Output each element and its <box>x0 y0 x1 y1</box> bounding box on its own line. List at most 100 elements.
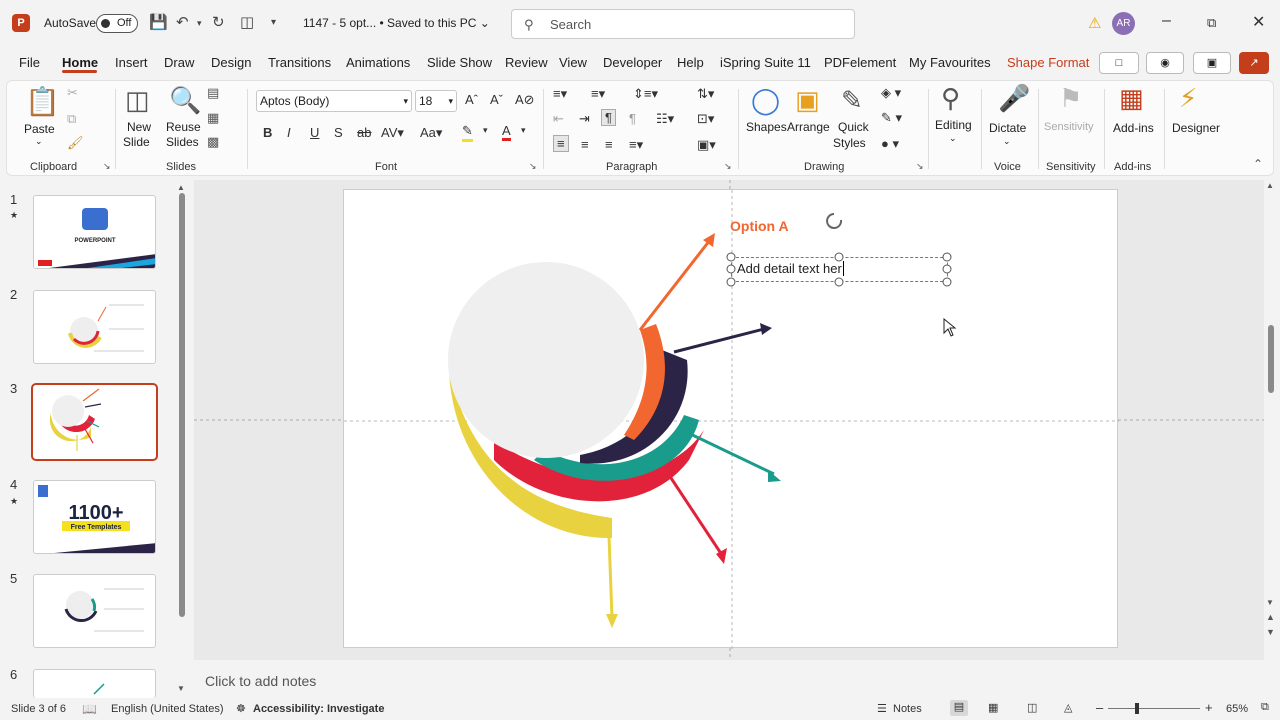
align-left-icon[interactable]: ≡ <box>553 135 569 152</box>
thumbnail-slide-2[interactable] <box>33 290 156 364</box>
new-slide-label[interactable]: New <box>127 120 151 134</box>
reuse-label[interactable]: Reuse <box>166 120 201 134</box>
underline-icon[interactable]: U <box>310 125 319 140</box>
tab-developer[interactable]: Developer <box>603 55 662 70</box>
fit-to-window-icon[interactable]: ⧉ <box>1261 701 1269 714</box>
character-spacing-icon[interactable]: AV▾ <box>381 125 404 141</box>
quick-styles-icon[interactable]: ✎ <box>841 85 863 116</box>
rotate-handle-icon[interactable] <box>826 213 843 229</box>
dictate-label[interactable]: Dictate <box>989 121 1026 135</box>
present-icon[interactable]: ◫ <box>240 13 254 31</box>
designer-icon[interactable]: ⚡ <box>1179 83 1197 114</box>
justify-icon[interactable]: ≡▾ <box>629 137 643 153</box>
strikethrough-icon[interactable]: ab <box>357 125 371 140</box>
collapse-ribbon-icon[interactable]: ⌃ <box>1253 157 1263 171</box>
reading-view-icon[interactable]: ◫ <box>1027 701 1037 714</box>
next-slide-icon[interactable]: ▼ <box>1266 627 1275 637</box>
redo-icon[interactable]: ↻ <box>212 13 225 31</box>
reuse-label-2[interactable]: Slides <box>166 135 199 149</box>
restore-icon[interactable]: ⧉ <box>1207 15 1216 31</box>
resize-handle[interactable] <box>834 277 844 287</box>
teal-arrow[interactable] <box>681 428 775 476</box>
find-icon[interactable]: ⚲ <box>941 83 960 114</box>
tab-shape-format[interactable]: Shape Format <box>1007 55 1089 70</box>
dialog-launcher-icon[interactable]: ↘ <box>529 161 537 172</box>
zoom-slider-thumb[interactable] <box>1135 703 1139 714</box>
chevron-down-icon[interactable]: ▾ <box>521 125 526 136</box>
avatar[interactable]: AR <box>1112 12 1135 35</box>
chevron-down-icon[interactable]: ▾ <box>483 125 488 136</box>
orange-arrow[interactable] <box>638 239 712 331</box>
tab-pdfelement[interactable]: PDFelement <box>824 55 896 70</box>
tab-design[interactable]: Design <box>211 55 251 70</box>
reset-icon[interactable]: ▦ <box>207 110 219 126</box>
format-painter-icon[interactable]: 🖌 <box>67 135 84 151</box>
align-text-icon[interactable]: ⊡▾ <box>697 111 714 127</box>
scroll-down-icon[interactable]: ▼ <box>1266 598 1274 607</box>
rtl-icon[interactable]: ¶ <box>629 111 636 126</box>
tab-my-favourites[interactable]: My Favourites <box>909 55 991 70</box>
red-arrow[interactable] <box>667 474 724 556</box>
accessibility-icon[interactable]: ☸ <box>236 702 246 715</box>
comments-button[interactable]: □ <box>1099 52 1139 74</box>
resize-handle[interactable] <box>726 264 736 274</box>
thumbnail-slide-5[interactable] <box>33 574 156 648</box>
increase-font-size-icon[interactable]: Aˆ <box>465 92 478 107</box>
autosave-toggle[interactable]: Off <box>96 14 138 33</box>
text-direction-icon[interactable]: ⇅▾ <box>697 86 714 102</box>
shadow-icon[interactable]: S <box>334 125 343 140</box>
resize-handle[interactable] <box>726 277 736 287</box>
zoom-level[interactable]: 65% <box>1226 703 1248 715</box>
scroll-down-icon[interactable]: ▼ <box>177 684 185 693</box>
notes-icon[interactable]: ☰ <box>877 702 887 715</box>
tab-animations[interactable]: Animations <box>346 55 410 70</box>
line-spacing-icon[interactable]: ⇕≡▾ <box>633 86 658 102</box>
shape-fill-icon[interactable]: ◈ ▾ <box>881 85 901 101</box>
dialog-launcher-icon[interactable]: ↘ <box>103 161 111 172</box>
thumbnail-slide-1[interactable]: POWERPOINT <box>33 195 156 269</box>
tab-insert[interactable]: Insert <box>115 55 148 70</box>
chevron-down-icon[interactable]: ⌄ <box>35 136 43 147</box>
decrease-indent-icon[interactable]: ⇤ <box>553 111 564 127</box>
italic-icon[interactable]: I <box>287 125 291 140</box>
slide[interactable]: Option A Add detail text her <box>343 189 1119 649</box>
paste-icon[interactable]: 📋 <box>25 85 60 118</box>
columns-icon[interactable]: ☷▾ <box>656 111 674 127</box>
close-icon[interactable]: ✕ <box>1252 12 1265 32</box>
font-family-combo[interactable]: Aptos (Body) ▾ <box>256 90 412 112</box>
normal-view-icon[interactable]: ▤ <box>950 700 968 716</box>
dialog-launcher-icon[interactable]: ↘ <box>724 161 732 172</box>
ltr-icon[interactable]: ¶ <box>601 109 616 126</box>
tab-view[interactable]: View <box>559 55 587 70</box>
sensitivity-icon[interactable]: ⚑ <box>1059 83 1082 114</box>
slideshow-icon[interactable]: ◬ <box>1064 701 1072 714</box>
reuse-slides-icon[interactable]: 🔍 <box>169 85 201 116</box>
tab-slide-show[interactable]: Slide Show <box>427 55 492 70</box>
yellow-arrow[interactable] <box>607 535 614 619</box>
tab-review[interactable]: Review <box>505 55 548 70</box>
teams-button[interactable]: ▣ <box>1193 52 1231 74</box>
chevron-down-icon[interactable]: ⌄ <box>1003 136 1011 147</box>
font-size-combo[interactable]: 18 ▾ <box>415 90 457 112</box>
language-label[interactable]: English (United States) <box>111 703 224 715</box>
editing-label[interactable]: Editing <box>935 118 972 132</box>
thumbnail-slide-4[interactable]: 1100+ Free Templates <box>33 480 156 554</box>
undo-icon[interactable]: ↶ <box>176 13 189 31</box>
resize-handle[interactable] <box>942 277 952 287</box>
quick-styles-label[interactable]: Quick <box>838 120 869 134</box>
share-button[interactable]: ↗ <box>1239 52 1269 74</box>
search-box[interactable]: ⚲ Search <box>511 9 855 39</box>
shapes-icon[interactable]: ◯ <box>751 85 780 116</box>
zoom-out-icon[interactable]: – <box>1096 700 1103 715</box>
decrease-font-size-icon[interactable]: Aˇ <box>490 92 503 107</box>
cut-icon[interactable]: ✂ <box>67 85 78 101</box>
section-icon[interactable]: ▩ <box>207 134 219 150</box>
align-right-icon[interactable]: ≡ <box>605 137 613 152</box>
sensitivity-label[interactable]: Sensitivity <box>1044 121 1094 133</box>
canvas-scrollbar[interactable] <box>1268 325 1274 393</box>
add-ins-label[interactable]: Add-ins <box>1113 121 1154 135</box>
tab-file[interactable]: File <box>19 55 40 70</box>
slide-sorter-icon[interactable]: ▦ <box>988 701 998 714</box>
numbering-icon[interactable]: ≡▾ <box>591 86 605 102</box>
minimize-icon[interactable]: – <box>1162 12 1171 30</box>
